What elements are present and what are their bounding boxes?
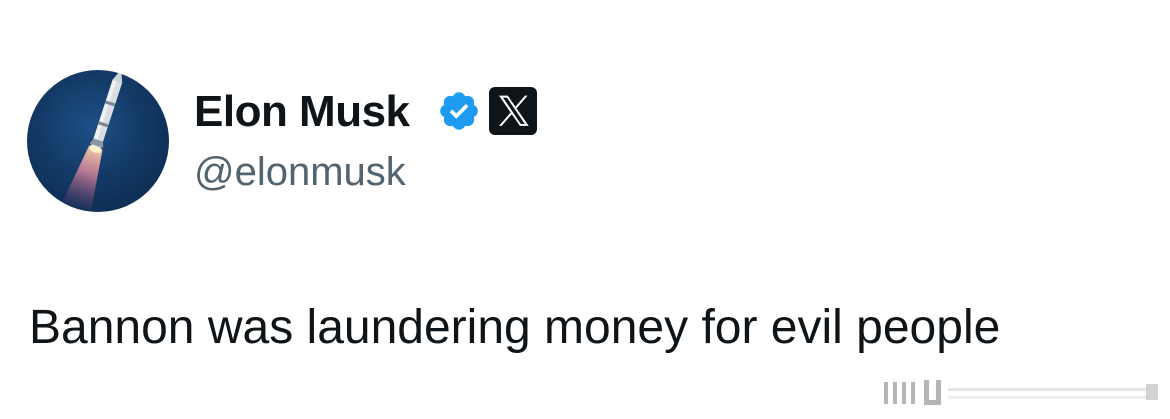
user-handle[interactable]: @elonmusk <box>194 148 406 196</box>
avatar[interactable] <box>27 70 169 212</box>
verified-badge-icon[interactable] <box>437 89 481 133</box>
x-logo-icon[interactable] <box>489 87 537 135</box>
display-name[interactable]: Elon Musk <box>194 86 410 138</box>
tweet-text: Bannon was laundering money for evil peo… <box>29 301 1001 354</box>
tweet-card: Elon Musk @elonmusk Bannon was launderin… <box>0 0 1170 419</box>
rocket-avatar-icon <box>62 70 123 212</box>
watermark-overlay <box>884 378 1160 408</box>
